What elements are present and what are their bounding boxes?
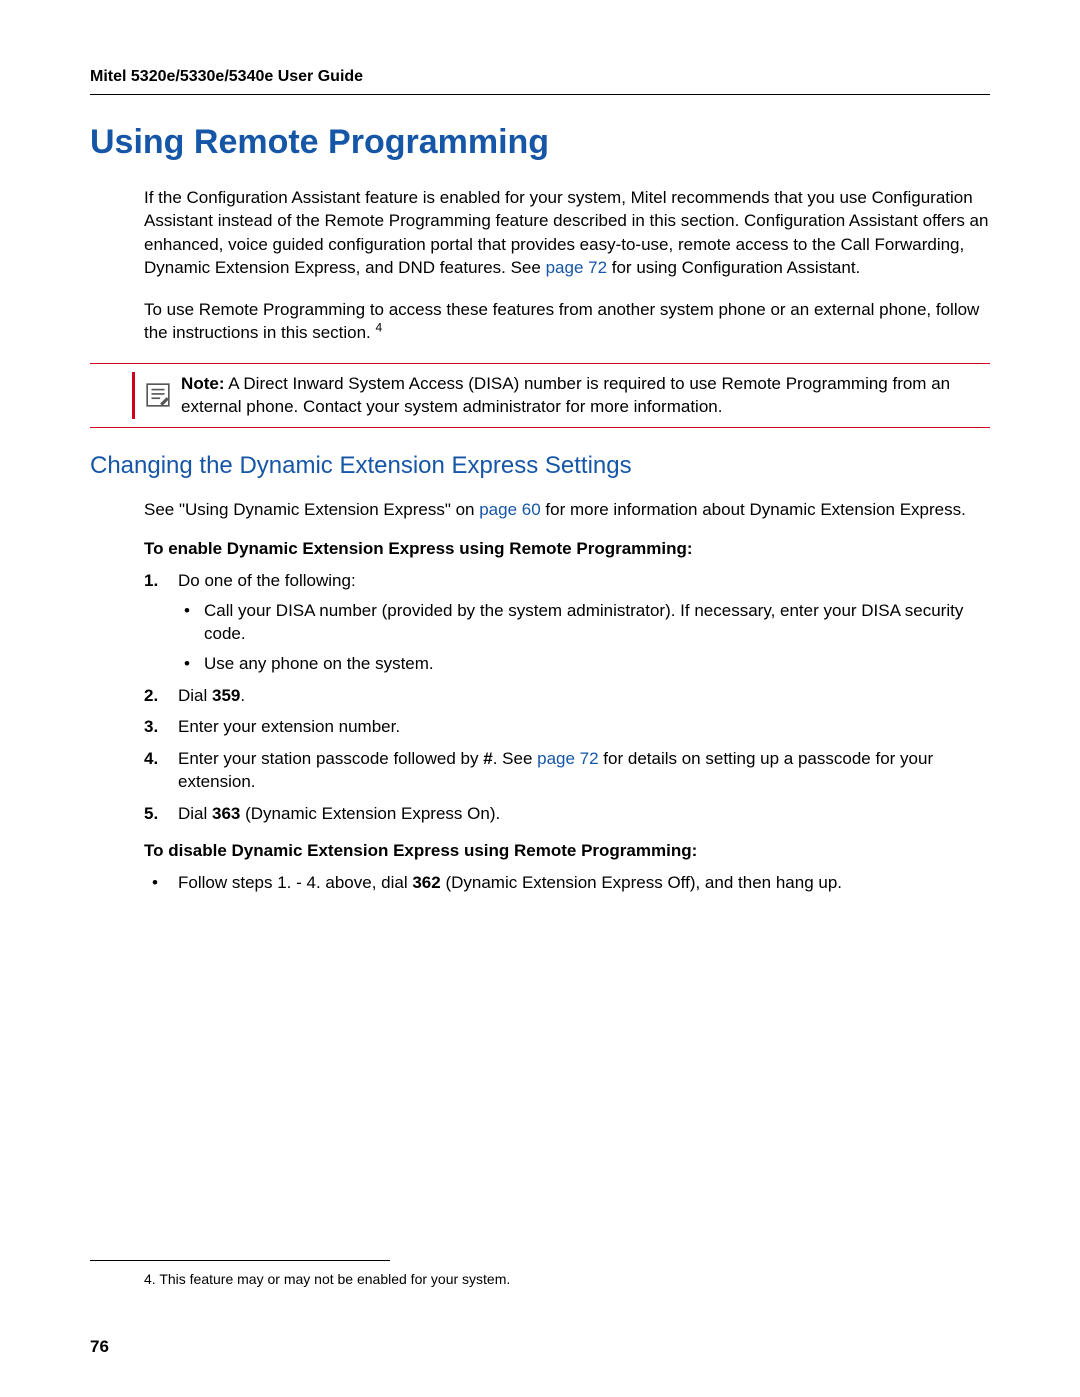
- note-accent-bar: [132, 372, 135, 419]
- enable-heading: To enable Dynamic Extension Express usin…: [144, 539, 990, 559]
- text: Dial: [178, 804, 212, 823]
- note-body: A Direct Inward System Access (DISA) num…: [181, 374, 950, 416]
- text: (Dynamic Extension Express On).: [240, 804, 500, 823]
- dial-code: 359: [212, 686, 240, 705]
- section-body: See "Using Dynamic Extension Express" on…: [144, 498, 990, 895]
- disable-heading: To disable Dynamic Extension Express usi…: [144, 841, 990, 861]
- text: See "Using Dynamic Extension Express" on: [144, 500, 479, 519]
- note-block: Note: A Direct Inward System Access (DIS…: [90, 363, 990, 428]
- note-icon: [145, 382, 171, 408]
- bullet: Use any phone on the system.: [178, 652, 990, 675]
- text: for more information about Dynamic Exten…: [541, 500, 966, 519]
- link-page-60[interactable]: page 60: [479, 500, 540, 519]
- section-heading: Changing the Dynamic Extension Express S…: [90, 452, 990, 480]
- running-header: Mitel 5320e/5330e/5340e User Guide: [90, 68, 990, 95]
- footnote-area: 4. This feature may or may not be enable…: [90, 1260, 990, 1287]
- note-label: Note:: [181, 374, 224, 393]
- note-text: Note: A Direct Inward System Access (DIS…: [181, 372, 990, 419]
- step-3: Enter your extension number.: [144, 715, 990, 738]
- text: .: [240, 686, 245, 705]
- disable-bullets: Follow steps 1. - 4. above, dial 362 (Dy…: [144, 871, 990, 894]
- footnote-marker: 4.: [144, 1271, 156, 1287]
- bullet: Call your DISA number (provided by the s…: [178, 599, 990, 646]
- step-1-bullets: Call your DISA number (provided by the s…: [178, 599, 990, 676]
- step-1: Do one of the following: Call your DISA …: [144, 569, 990, 676]
- text: Enter your station passcode followed by: [178, 749, 483, 768]
- footnote-rule: [90, 1260, 390, 1261]
- text: . See: [493, 749, 537, 768]
- intro-paragraph-2: To use Remote Programming to access thes…: [144, 298, 990, 345]
- dial-code: 362: [412, 873, 440, 892]
- step-2: Dial 359.: [144, 684, 990, 707]
- text: for using Configuration Assistant.: [607, 258, 860, 277]
- footnote-ref: 4: [376, 321, 383, 335]
- pound-key: #: [483, 749, 492, 768]
- text: Dial: [178, 686, 212, 705]
- link-page-72-b[interactable]: page 72: [537, 749, 598, 768]
- text: (Dynamic Extension Express Off), and the…: [441, 873, 842, 892]
- text: Follow steps 1. - 4. above, dial: [178, 873, 412, 892]
- bullet: Follow steps 1. - 4. above, dial 362 (Dy…: [144, 871, 990, 894]
- text: To use Remote Programming to access thes…: [144, 300, 979, 342]
- link-page-72[interactable]: page 72: [546, 258, 607, 277]
- enable-steps: Do one of the following: Call your DISA …: [144, 569, 990, 825]
- dial-code: 363: [212, 804, 240, 823]
- intro-paragraph-1: If the Configuration Assistant feature i…: [144, 186, 990, 280]
- page-title: Using Remote Programming: [90, 123, 990, 162]
- step-5: Dial 363 (Dynamic Extension Express On).: [144, 802, 990, 825]
- footnote: 4. This feature may or may not be enable…: [90, 1271, 990, 1287]
- step-text: Do one of the following:: [178, 571, 356, 590]
- page: Mitel 5320e/5330e/5340e User Guide Using…: [0, 0, 1080, 1397]
- footnote-text: This feature may or may not be enabled f…: [156, 1271, 511, 1287]
- intro-block: If the Configuration Assistant feature i…: [144, 186, 990, 345]
- see-paragraph: See "Using Dynamic Extension Express" on…: [144, 498, 990, 521]
- step-4: Enter your station passcode followed by …: [144, 747, 990, 794]
- page-number: 76: [90, 1337, 109, 1357]
